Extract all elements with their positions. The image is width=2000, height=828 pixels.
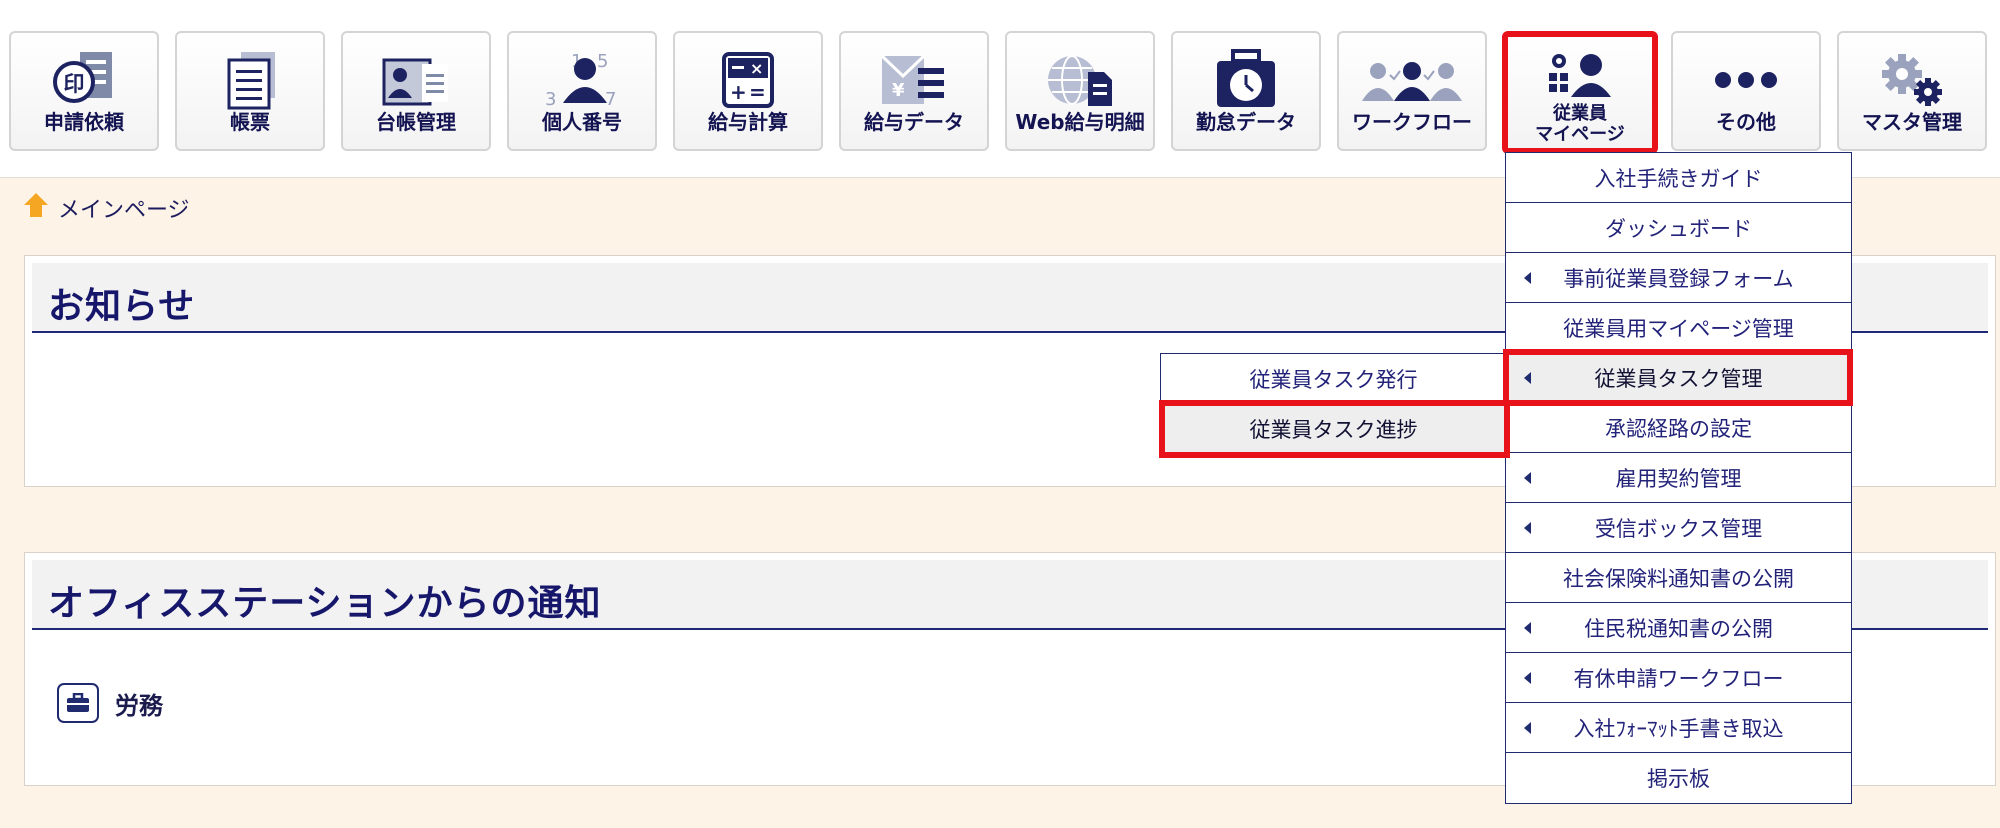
menu-item-dashboard[interactable]: ダッシュボード bbox=[1506, 203, 1851, 253]
svg-text:7: 7 bbox=[605, 89, 616, 110]
salary-data-icon: ¥ bbox=[841, 49, 987, 111]
submenu-item-employee-task-progress[interactable]: 従業員タスク進捗 bbox=[1161, 404, 1506, 454]
menu-item-label: 従業員タスク発行 bbox=[1249, 367, 1418, 392]
nav-button-master-management[interactable]: マスタ管理 bbox=[1837, 31, 1987, 151]
menu-item-handwritten-onboarding-format-import[interactable]: 入社ﾌｫｰﾏｯﾄ手書き取込 bbox=[1506, 703, 1851, 753]
nav-button-payroll-calculation[interactable]: × + = 給与計算 bbox=[673, 31, 823, 151]
menu-item-label: 従業員タスク進捗 bbox=[1249, 418, 1418, 442]
nav-button-reports[interactable]: 帳票 bbox=[175, 31, 325, 151]
caret-left-icon bbox=[1524, 722, 1531, 734]
nav-label: 個人番号 bbox=[542, 110, 622, 134]
ledger-card-icon bbox=[343, 49, 489, 111]
nav-button-other[interactable]: その他 bbox=[1671, 31, 1821, 151]
menu-item-onboarding-guide[interactable]: 入社手続きガイド bbox=[1506, 153, 1851, 203]
menu-item-label: 従業員用マイページ管理 bbox=[1563, 316, 1794, 341]
nav-label: 給与計算 bbox=[708, 110, 788, 134]
nav-label: ワークフロー bbox=[1352, 110, 1472, 134]
menu-item-bulletin-board[interactable]: 掲示板 bbox=[1506, 753, 1851, 803]
employee-mypage-icon bbox=[1508, 47, 1652, 109]
workflow-people-icon bbox=[1339, 49, 1485, 111]
menu-item-label: 掲示板 bbox=[1647, 767, 1710, 791]
nav-label-line1: 従業員 bbox=[1553, 103, 1607, 124]
menu-item-employee-mypage-management[interactable]: 従業員用マイページ管理 bbox=[1506, 303, 1851, 353]
menu-item-paid-leave-workflow[interactable]: 有休申請ワークフロー bbox=[1506, 653, 1851, 703]
breadcrumb: メインページ bbox=[22, 188, 190, 228]
breadcrumb-main-page[interactable]: メインページ bbox=[58, 192, 190, 224]
personal-number-icon: 1 5 3 7 bbox=[509, 49, 655, 111]
nav-button-ledger[interactable]: 台帳管理 bbox=[341, 31, 491, 151]
web-globe-document-icon bbox=[1007, 49, 1153, 111]
svg-text:5: 5 bbox=[597, 51, 608, 72]
caret-left-icon bbox=[1524, 522, 1531, 534]
nav-label: 給与データ bbox=[864, 110, 964, 134]
nav-button-web-payslip[interactable]: Web給与明細 bbox=[1005, 31, 1155, 151]
menu-item-social-insurance-notice-publish[interactable]: 社会保険料通知書の公開 bbox=[1506, 553, 1851, 603]
nav-button-salary-data[interactable]: ¥ 給与データ bbox=[839, 31, 989, 151]
menu-item-label: ダッシュボード bbox=[1605, 216, 1752, 241]
menu-item-pre-employee-registration-form[interactable]: 事前従業員登録フォーム bbox=[1506, 253, 1851, 303]
submenu-item-employee-task-issue[interactable]: 従業員タスク発行 bbox=[1161, 354, 1506, 404]
menu-item-resident-tax-notice-publish[interactable]: 住民税通知書の公開 bbox=[1506, 603, 1851, 653]
nav-label: その他 bbox=[1716, 110, 1776, 134]
menu-item-label: 入社ﾌｫｰﾏｯﾄ手書き取込 bbox=[1573, 716, 1784, 741]
nav-label-line2: マイページ bbox=[1535, 124, 1625, 145]
notice-title: お知らせ bbox=[48, 286, 196, 327]
caret-left-icon bbox=[1524, 472, 1531, 484]
menu-item-label: 承認経路の設定 bbox=[1605, 416, 1752, 441]
menu-item-label: 住民税通知書の公開 bbox=[1584, 616, 1773, 641]
nav-label: 勤怠データ bbox=[1196, 110, 1296, 134]
nav-button-attendance-data[interactable]: 勤怠データ bbox=[1171, 31, 1321, 151]
svg-text:¥: ¥ bbox=[892, 80, 905, 101]
menu-item-label: 受信ボックス管理 bbox=[1594, 516, 1763, 541]
employee-mypage-dropdown-menu: 入社手続きガイド ダッシュボード 事前従業員登録フォーム 従業員用マイページ管理… bbox=[1505, 152, 1852, 804]
employee-task-submenu: 従業員タスク発行 従業員タスク進捗 bbox=[1160, 353, 1507, 455]
menu-item-label: 社会保険料通知書の公開 bbox=[1563, 566, 1794, 591]
briefcase-icon bbox=[57, 683, 99, 723]
menu-item-label: 入社手続きガイド bbox=[1594, 166, 1763, 191]
nav-button-workflow[interactable]: ワークフロー bbox=[1337, 31, 1487, 151]
nav-label: 従業員 マイページ bbox=[1508, 103, 1652, 145]
more-dots-icon bbox=[1673, 49, 1819, 111]
caret-left-icon bbox=[1524, 622, 1531, 634]
office-notification-title: オフィスステーションからの通知 bbox=[48, 583, 602, 624]
svg-text:3: 3 bbox=[545, 89, 556, 110]
menu-item-label: 従業員タスク管理 bbox=[1594, 366, 1763, 391]
svg-text:=: = bbox=[749, 80, 766, 104]
caret-left-icon bbox=[1524, 272, 1531, 284]
menu-item-employment-contract-management[interactable]: 雇用契約管理 bbox=[1506, 453, 1851, 503]
labor-label: 労務 bbox=[115, 691, 163, 720]
nav-label: マスタ管理 bbox=[1862, 110, 1962, 134]
nav-label: 申請依頼 bbox=[44, 110, 124, 134]
nav-button-personal-number[interactable]: 1 5 3 7 個人番号 bbox=[507, 31, 657, 151]
menu-item-label: 有休申請ワークフロー bbox=[1573, 666, 1784, 691]
attendance-clock-icon bbox=[1173, 49, 1319, 111]
nav-label: Web給与明細 bbox=[1015, 110, 1145, 134]
gears-icon bbox=[1839, 49, 1985, 111]
caret-left-icon bbox=[1524, 672, 1531, 684]
svg-text:+: + bbox=[730, 80, 747, 104]
caret-left-icon bbox=[1524, 372, 1531, 384]
svg-text:印: 印 bbox=[64, 72, 85, 96]
report-document-icon bbox=[177, 49, 323, 111]
home-icon[interactable] bbox=[22, 191, 50, 225]
svg-text:×: × bbox=[750, 59, 763, 78]
seal-document-icon: 印 bbox=[11, 49, 157, 111]
menu-item-label: 雇用契約管理 bbox=[1615, 466, 1742, 491]
menu-item-employee-task-management[interactable]: 従業員タスク管理 bbox=[1506, 353, 1851, 403]
nav-button-employee-mypage[interactable]: 従業員 マイページ bbox=[1502, 31, 1658, 154]
nav-label: 台帳管理 bbox=[376, 110, 456, 134]
nav-label: 帳票 bbox=[230, 110, 270, 134]
menu-item-inbox-management[interactable]: 受信ボックス管理 bbox=[1506, 503, 1851, 553]
calculator-icon: × + = bbox=[675, 49, 821, 111]
labor-category[interactable]: 労務 bbox=[57, 683, 163, 723]
nav-button-application-request[interactable]: 印 申請依頼 bbox=[9, 31, 159, 151]
menu-item-approval-route-settings[interactable]: 承認経路の設定 bbox=[1506, 403, 1851, 453]
menu-item-label: 事前従業員登録フォーム bbox=[1563, 266, 1794, 291]
